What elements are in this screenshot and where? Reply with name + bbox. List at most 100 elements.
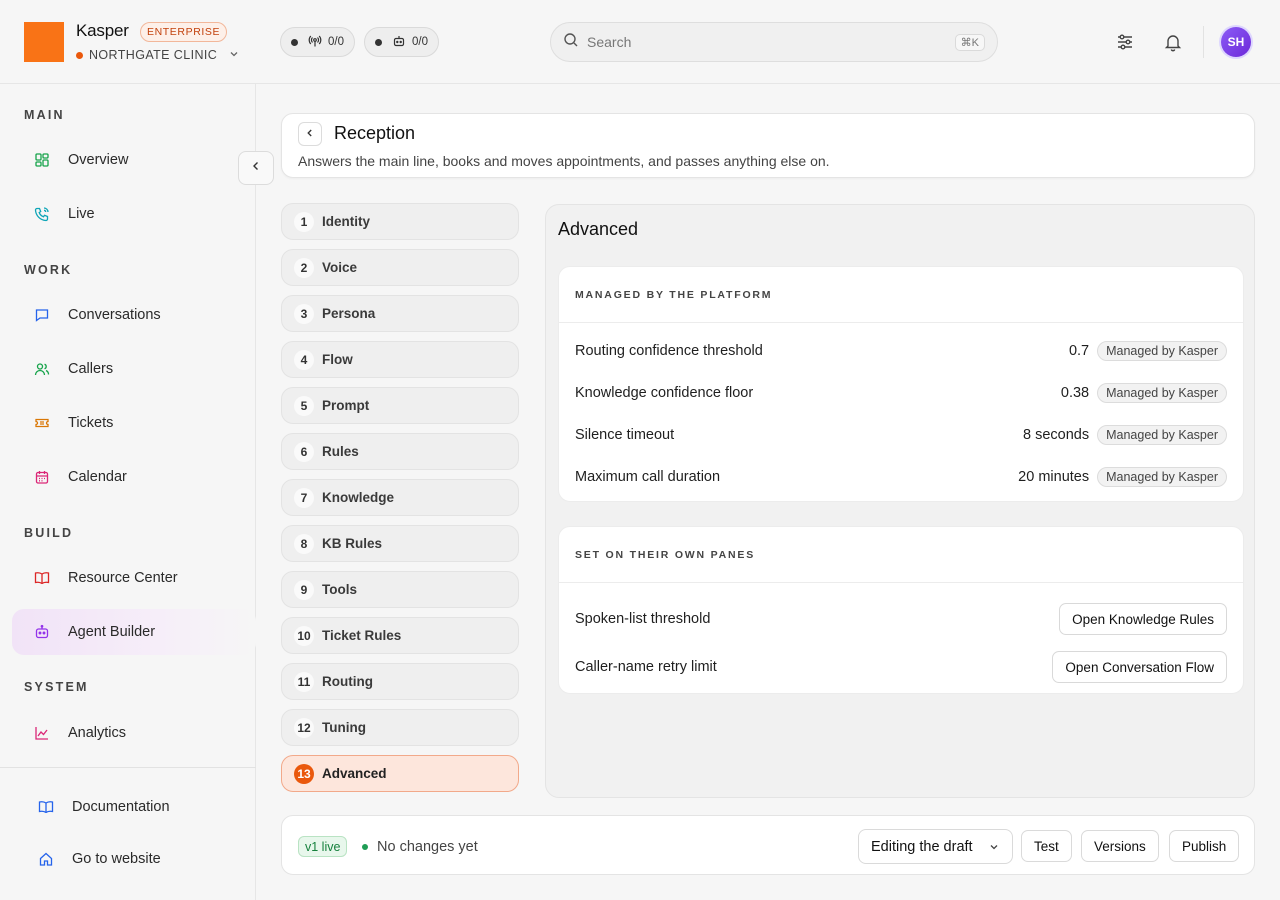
setting-row: Routing confidence threshold 0.7 Managed… bbox=[575, 339, 1227, 363]
bell-icon[interactable] bbox=[1161, 30, 1185, 54]
ticket-icon bbox=[34, 415, 50, 431]
step-number: 13 bbox=[294, 763, 314, 784]
sliders-icon[interactable] bbox=[1113, 30, 1137, 54]
step-label: Routing bbox=[322, 674, 373, 689]
sidebar-item-analytics[interactable]: Analytics bbox=[12, 710, 256, 756]
sidebar-item-conversations[interactable]: Conversations bbox=[12, 292, 256, 338]
brand-name: Kasper bbox=[76, 21, 129, 40]
managed-badge: Managed by Kasper bbox=[1097, 383, 1227, 403]
agent-description: Answers the main line, books and moves a… bbox=[298, 153, 830, 169]
live-calls-counter[interactable]: 0/0 bbox=[280, 27, 355, 57]
step-label: Identity bbox=[322, 214, 371, 229]
sidebar-item-resource-center[interactable]: Resource Center bbox=[12, 555, 256, 601]
setting-row: Silence timeout 8 seconds Managed by Kas… bbox=[575, 423, 1227, 447]
chevron-left-icon bbox=[250, 159, 262, 177]
step-persona[interactable]: 3 Persona bbox=[281, 295, 519, 332]
setting-value: 20 minutes bbox=[1018, 469, 1090, 485]
book-icon bbox=[34, 570, 50, 586]
sidebar-link-documentation[interactable]: Documentation bbox=[38, 799, 170, 815]
step-number: 5 bbox=[294, 395, 314, 416]
setting-label: Spoken-list threshold bbox=[575, 611, 711, 627]
setting-value: 0.7 bbox=[1068, 343, 1090, 359]
panel-title: Advanced bbox=[558, 219, 639, 239]
sidebar-item-label: Conversations bbox=[68, 307, 161, 323]
chevron-down-icon bbox=[988, 841, 1000, 857]
setting-label: Maximum call duration bbox=[575, 469, 721, 485]
test-button[interactable]: Test bbox=[1021, 830, 1072, 862]
page-title: Reception bbox=[334, 123, 416, 143]
nav-section-work: WORK bbox=[24, 263, 73, 277]
step-number: 2 bbox=[294, 257, 314, 278]
sidebar-item-callers[interactable]: Callers bbox=[12, 346, 256, 392]
step-identity[interactable]: 1 Identity bbox=[281, 203, 519, 240]
status-dot bbox=[375, 38, 382, 46]
step-rules[interactable]: 6 Rules bbox=[281, 433, 519, 470]
sidebar-item-calendar[interactable]: Calendar bbox=[12, 454, 256, 500]
edit-mode-select[interactable]: Editing the draft bbox=[858, 829, 1013, 864]
sidebar-item-live[interactable]: Live bbox=[12, 191, 256, 237]
step-label: Tuning bbox=[322, 720, 366, 735]
sidebar-item-label: Live bbox=[68, 206, 95, 222]
step-ticket-rules[interactable]: 10 Ticket Rules bbox=[281, 617, 519, 654]
users-icon bbox=[34, 361, 50, 377]
org-status-dot bbox=[76, 51, 83, 59]
plan-badge: ENTERPRISE bbox=[140, 22, 228, 42]
org-switcher[interactable]: NORTHGATE CLINIC bbox=[76, 47, 239, 63]
grid-icon bbox=[34, 152, 50, 168]
step-routing[interactable]: 11 Routing bbox=[281, 663, 519, 700]
versions-button[interactable]: Versions bbox=[1081, 830, 1159, 862]
sidebar-item-overview[interactable]: Overview bbox=[12, 137, 256, 183]
version-badge: v1 live bbox=[298, 836, 348, 857]
own-panes-card: SET ON THEIR OWN PANES Spoken-list thres… bbox=[558, 526, 1244, 694]
avatar[interactable]: SH bbox=[1221, 27, 1251, 57]
agent-header: Reception Answers the main line, books a… bbox=[281, 113, 1255, 178]
sidebar-item-label: Calendar bbox=[68, 469, 127, 485]
phone-icon bbox=[34, 206, 50, 222]
setting-label: Knowledge confidence floor bbox=[575, 385, 754, 401]
open-knowledge-rules-button[interactable]: Open Knowledge Rules bbox=[1059, 603, 1227, 635]
step-number: 4 bbox=[294, 349, 314, 370]
back-button[interactable] bbox=[298, 122, 322, 146]
step-number: 7 bbox=[294, 487, 314, 508]
step-tools[interactable]: 9 Tools bbox=[281, 571, 519, 608]
step-label: KB Rules bbox=[322, 536, 383, 551]
step-knowledge[interactable]: 7 Knowledge bbox=[281, 479, 519, 516]
divider bbox=[1203, 26, 1204, 58]
brand-logo[interactable] bbox=[24, 22, 64, 62]
chart-icon bbox=[34, 725, 50, 741]
chevron-down-icon bbox=[229, 48, 239, 62]
collapse-sidebar-button[interactable] bbox=[238, 151, 274, 185]
sidebar-item-tickets[interactable]: Tickets bbox=[12, 400, 256, 446]
setting-row: Spoken-list threshold Open Knowledge Rul… bbox=[575, 603, 1227, 635]
select-value: Editing the draft bbox=[871, 838, 973, 855]
sidebar-item-agent-builder[interactable]: Agent Builder bbox=[12, 609, 256, 655]
step-kb-rules[interactable]: 8 KB Rules bbox=[281, 525, 519, 562]
step-number: 11 bbox=[294, 671, 314, 692]
step-number: 1 bbox=[294, 211, 314, 232]
publish-button[interactable]: Publish bbox=[1169, 830, 1240, 862]
top-bar: Kasper ENTERPRISE NORTHGATE CLINIC 0/0 0… bbox=[0, 0, 1280, 84]
step-tuning[interactable]: 12 Tuning bbox=[281, 709, 519, 746]
sidebar-item-label: Analytics bbox=[68, 725, 127, 741]
sidebar-item-label: Documentation bbox=[72, 799, 170, 815]
step-prompt[interactable]: 5 Prompt bbox=[281, 387, 519, 424]
search-bar[interactable]: ⌘K bbox=[550, 22, 998, 62]
docs-icon bbox=[38, 799, 54, 815]
chevron-left-icon bbox=[305, 125, 315, 143]
step-flow[interactable]: 4 Flow bbox=[281, 341, 519, 378]
step-label: Prompt bbox=[322, 398, 370, 413]
bot-icon bbox=[392, 34, 406, 51]
managed-badge: Managed by Kasper bbox=[1097, 425, 1227, 445]
search-input[interactable] bbox=[587, 34, 955, 50]
active-agents-counter[interactable]: 0/0 bbox=[364, 27, 439, 57]
open-conversation-flow-button[interactable]: Open Conversation Flow bbox=[1052, 651, 1227, 683]
step-number: 9 bbox=[294, 579, 314, 600]
sidebar-item-label: Go to website bbox=[72, 851, 161, 867]
sidebar-link-website[interactable]: Go to website bbox=[38, 851, 161, 867]
sidebar-item-label: Resource Center bbox=[68, 570, 178, 586]
publish-bar: v1 live No changes yet Editing the draft… bbox=[281, 815, 1255, 875]
step-number: 6 bbox=[294, 441, 314, 462]
step-advanced[interactable]: 13 Advanced bbox=[281, 755, 519, 792]
step-label: Persona bbox=[322, 306, 376, 321]
step-voice[interactable]: 2 Voice bbox=[281, 249, 519, 286]
